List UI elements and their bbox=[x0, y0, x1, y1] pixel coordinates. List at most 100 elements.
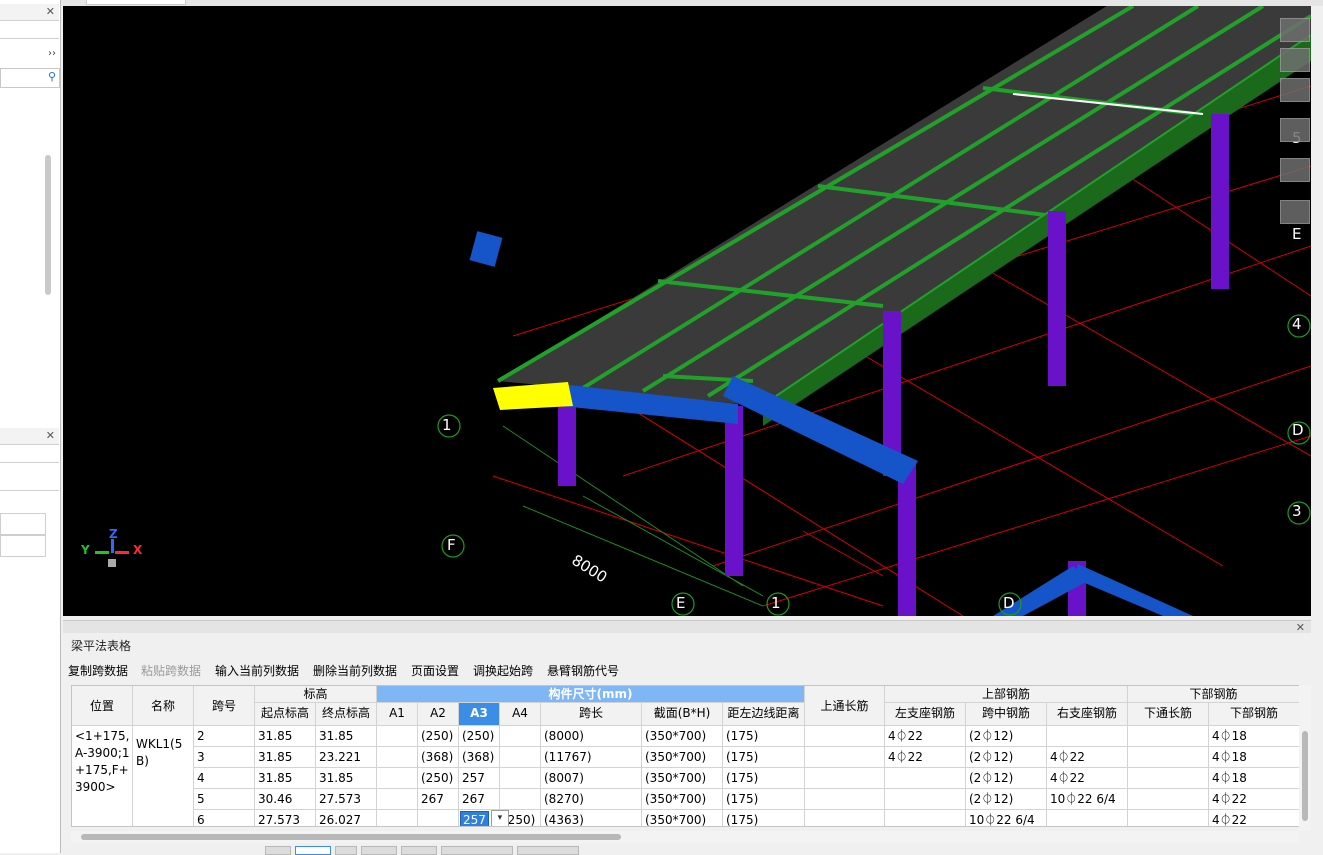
span-cell[interactable]: 3 bbox=[194, 747, 255, 768]
start-elev-cell[interactable]: 31.85 bbox=[255, 768, 316, 789]
left-scrollbar[interactable] bbox=[45, 155, 51, 295]
col-header-position[interactable]: 位置 bbox=[72, 686, 133, 726]
delete-column-data-button[interactable]: 删除当前列数据 bbox=[313, 662, 397, 679]
table-vertical-scrollbar[interactable] bbox=[1299, 685, 1311, 831]
close-icon[interactable]: ✕ bbox=[1296, 621, 1305, 634]
start-elev-cell[interactable]: 27.573 bbox=[255, 810, 316, 826]
bottom-through-cell[interactable] bbox=[1128, 810, 1209, 826]
col-header-span[interactable]: 跨号 bbox=[194, 686, 255, 726]
list-item[interactable] bbox=[0, 513, 46, 535]
top-through-cell[interactable] bbox=[805, 726, 885, 747]
mid-span-cell[interactable]: (2⏀12) bbox=[966, 747, 1047, 768]
span-length-cell[interactable]: (11767) bbox=[541, 747, 642, 768]
col-header-start-elev[interactable]: 起点标高 bbox=[255, 703, 316, 726]
top-through-cell[interactable] bbox=[805, 768, 885, 789]
span-length-cell[interactable]: (8270) bbox=[541, 789, 642, 810]
scroll-thumb[interactable] bbox=[1302, 731, 1308, 821]
bottom-tab[interactable] bbox=[265, 846, 291, 855]
mid-span-cell[interactable]: (2⏀12) bbox=[966, 726, 1047, 747]
start-elev-cell[interactable]: 31.85 bbox=[255, 747, 316, 768]
scroll-thumb[interactable] bbox=[81, 834, 621, 840]
span-length-cell[interactable]: (8007) bbox=[541, 768, 642, 789]
rotate-icon[interactable] bbox=[1280, 158, 1310, 182]
a3-edit-dropdown[interactable]: 257 bbox=[460, 811, 489, 826]
cross-section-cell[interactable]: (350*700) bbox=[642, 810, 723, 826]
col-header-cross-section[interactable]: 截面(B*H) bbox=[642, 703, 723, 726]
zoom-icon[interactable] bbox=[1280, 118, 1310, 142]
bottom-tab[interactable] bbox=[361, 846, 397, 855]
chevron-down-icon[interactable]: ▾ bbox=[490, 810, 509, 826]
a3-cell[interactable]: 257 bbox=[459, 768, 500, 789]
col-header-end-elev[interactable]: 终点标高 bbox=[316, 703, 377, 726]
a4-cell[interactable] bbox=[500, 726, 541, 747]
bottom-through-cell[interactable] bbox=[1128, 768, 1209, 789]
col-header-a2[interactable]: A2 bbox=[418, 703, 459, 726]
span-cell[interactable]: 2 bbox=[194, 726, 255, 747]
start-elev-cell[interactable]: 31.85 bbox=[255, 726, 316, 747]
bottom-bars-cell[interactable]: 4⏀22 bbox=[1209, 810, 1300, 826]
span-cell[interactable]: 5 bbox=[194, 789, 255, 810]
col-header-bottom-through[interactable]: 下通长筋 bbox=[1128, 703, 1209, 726]
swap-start-span-button[interactable]: 调换起始跨 bbox=[473, 662, 533, 679]
col-header-offset[interactable]: 距左边线距离 bbox=[723, 703, 805, 726]
a3-cell[interactable]: (368) bbox=[459, 747, 500, 768]
cross-section-cell[interactable]: (350*700) bbox=[642, 726, 723, 747]
grid-toggle-icon[interactable] bbox=[1280, 200, 1310, 224]
paste-span-data-button[interactable]: 粘贴跨数据 bbox=[141, 662, 201, 679]
bottom-bars-cell[interactable]: 4⏀18 bbox=[1209, 726, 1300, 747]
a2-cell[interactable]: 267 bbox=[418, 789, 459, 810]
span-cell[interactable]: 6 bbox=[194, 810, 255, 826]
top-through-cell[interactable] bbox=[805, 747, 885, 768]
span-cell[interactable]: 4 bbox=[194, 768, 255, 789]
end-elev-cell[interactable]: 31.85 bbox=[316, 768, 377, 789]
offset-cell[interactable]: (175) bbox=[723, 810, 805, 826]
col-header-bottom-bars[interactable]: 下部钢筋 bbox=[1209, 703, 1300, 726]
table-horizontal-scrollbar[interactable] bbox=[71, 831, 1299, 843]
a3-cell[interactable]: 257 ▾ bbox=[459, 810, 509, 826]
col-header-a1[interactable]: A1 bbox=[377, 703, 418, 726]
bottom-through-cell[interactable] bbox=[1128, 789, 1209, 810]
offset-cell[interactable]: (175) bbox=[723, 789, 805, 810]
col-header-top-rebar[interactable]: 上部钢筋 bbox=[885, 686, 1128, 703]
offset-cell[interactable]: (175) bbox=[723, 747, 805, 768]
a3-cell[interactable]: 267 bbox=[459, 789, 500, 810]
name-cell[interactable]: WKL1(5B) bbox=[133, 726, 194, 826]
cross-section-cell[interactable]: (350*700) bbox=[642, 789, 723, 810]
end-elev-cell[interactable]: 23.221 bbox=[316, 747, 377, 768]
a3-cell[interactable]: (250) bbox=[459, 726, 500, 747]
close-icon[interactable]: ✕ bbox=[46, 429, 55, 442]
end-elev-cell[interactable]: 26.027 bbox=[316, 810, 377, 826]
a1-cell[interactable] bbox=[377, 810, 418, 826]
close-icon[interactable]: ✕ bbox=[46, 5, 55, 18]
bottom-tab[interactable] bbox=[335, 846, 357, 855]
top-through-cell[interactable] bbox=[805, 789, 885, 810]
right-support-cell[interactable] bbox=[1047, 726, 1128, 747]
a4-cell[interactable] bbox=[500, 747, 541, 768]
page-setup-button[interactable]: 页面设置 bbox=[411, 662, 459, 679]
col-header-section[interactable]: 构件尺寸(mm) bbox=[377, 686, 805, 703]
top-through-cell[interactable] bbox=[805, 810, 885, 826]
bottom-bars-cell[interactable]: 4⏀22 bbox=[1209, 789, 1300, 810]
right-support-cell[interactable]: 10⏀22 6/4 bbox=[1047, 789, 1128, 810]
left-support-cell[interactable] bbox=[885, 789, 966, 810]
bottom-bars-cell[interactable]: 4⏀18 bbox=[1209, 747, 1300, 768]
bottom-through-cell[interactable] bbox=[1128, 747, 1209, 768]
a2-cell[interactable]: (250) bbox=[418, 768, 459, 789]
a1-cell[interactable] bbox=[377, 747, 418, 768]
start-elev-cell[interactable]: 30.46 bbox=[255, 789, 316, 810]
bottom-through-cell[interactable] bbox=[1128, 726, 1209, 747]
copy-span-data-button[interactable]: 复制跨数据 bbox=[68, 662, 128, 679]
a2-cell[interactable] bbox=[418, 810, 459, 826]
orbit-icon[interactable] bbox=[1280, 18, 1310, 42]
span-length-cell[interactable]: (8000) bbox=[541, 726, 642, 747]
bottom-tab[interactable] bbox=[517, 846, 579, 855]
bottom-tab[interactable] bbox=[441, 846, 513, 855]
bottom-tab[interactable] bbox=[401, 846, 437, 855]
end-elev-cell[interactable]: 31.85 bbox=[316, 726, 377, 747]
right-support-cell[interactable]: 4⏀22 bbox=[1047, 747, 1128, 768]
col-header-a4[interactable]: A4 bbox=[500, 703, 541, 726]
mid-span-cell[interactable]: 10⏀22 6/4 bbox=[966, 810, 1047, 826]
bottom-tab[interactable] bbox=[295, 846, 331, 855]
position-cell[interactable]: <1+175,A-3900;1+175,F+3900> bbox=[72, 726, 133, 826]
a4-cell[interactable] bbox=[500, 768, 541, 789]
